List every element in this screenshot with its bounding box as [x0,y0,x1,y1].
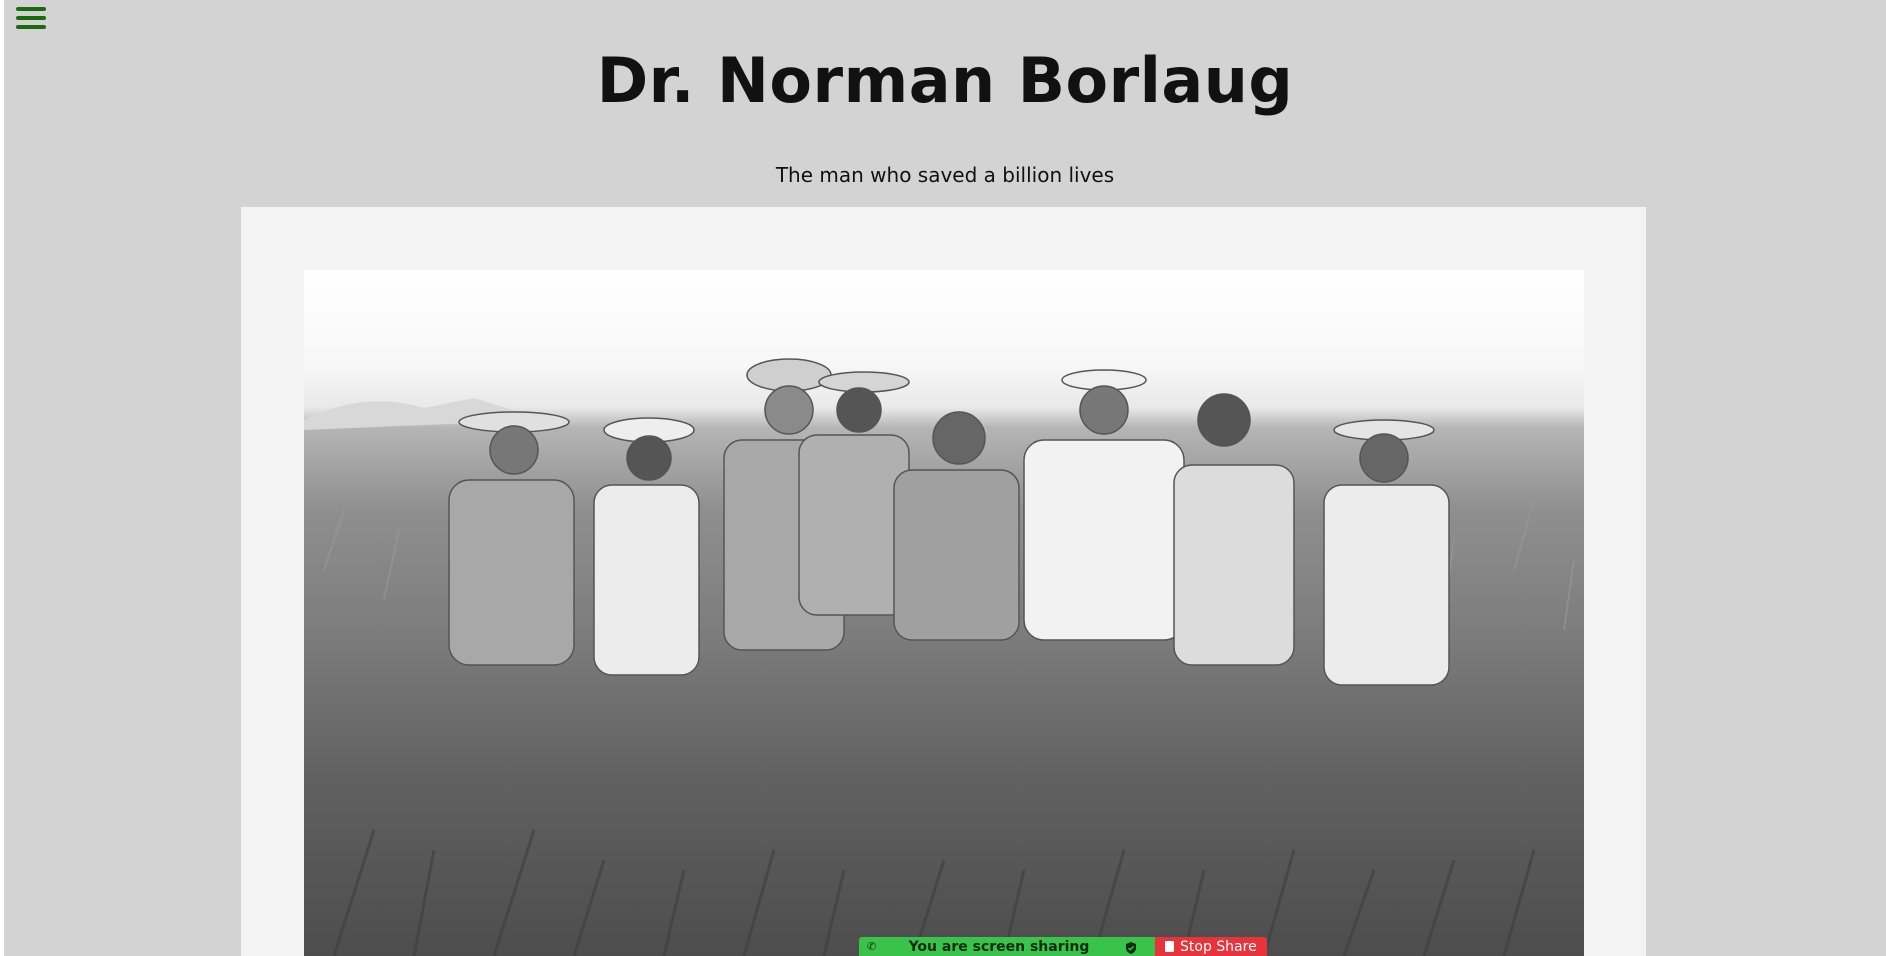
screen-share-status: ✆ You are screen sharing [859,937,1155,956]
screen-share-status-text: You are screen sharing [908,939,1090,955]
page-title: Dr. Norman Borlaug [596,44,1294,117]
image-card [241,207,1646,956]
screen-share-bar: ✆ You are screen sharing Stop Share [859,937,1267,956]
menu-bar-bottom [16,25,46,29]
wheat-field-photo [304,270,1584,956]
menu-bar-top [16,7,46,11]
stop-share-button[interactable]: Stop Share [1155,937,1267,956]
stop-share-label: Stop Share [1180,938,1257,955]
hamburger-menu-icon[interactable] [14,3,48,33]
shield-icon [1126,942,1136,954]
page-subtitle: The man who saved a billion lives [775,163,1115,187]
page-background: Dr. Norman Borlaug The man who saved a b… [4,0,1886,956]
photo-illustration [304,358,1575,956]
stop-icon [1165,941,1174,952]
menu-bar-middle [16,16,46,20]
